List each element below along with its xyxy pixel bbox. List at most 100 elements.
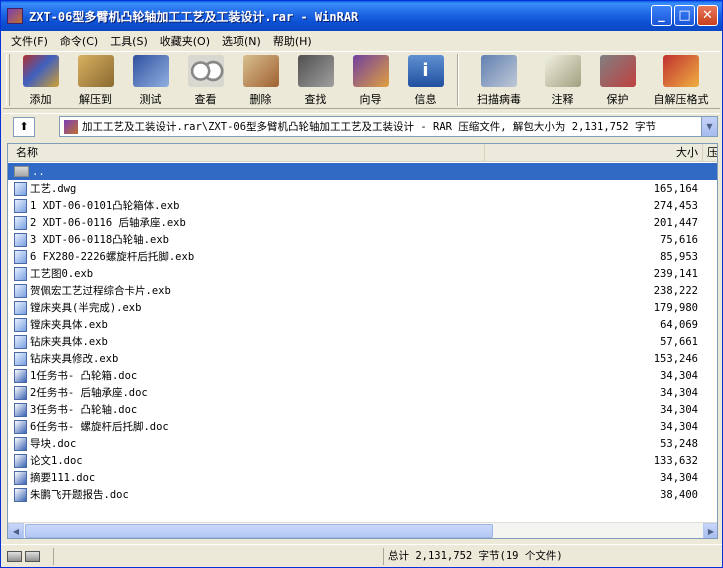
extract-to-label: 解压到 (79, 93, 112, 106)
word-document-icon (14, 402, 27, 417)
sfx-icon (663, 55, 699, 87)
file-row[interactable]: 6任务书- 螺旋杆后托脚.doc 34,304 (8, 418, 717, 435)
parent-folder-row[interactable]: .. (8, 163, 717, 180)
menu-favorites[interactable]: 收藏夹(O) (154, 33, 216, 49)
find-button[interactable]: 查找 (288, 52, 343, 108)
menu-help[interactable]: 帮助(H) (267, 33, 318, 49)
wizard-icon (352, 55, 389, 87)
menu-commands[interactable]: 命令(C) (54, 33, 104, 49)
file-row[interactable]: 工艺.dwg 165,164 (8, 180, 717, 197)
file-size: 274,453 (653, 199, 698, 212)
delete-label: 删除 (249, 93, 272, 106)
comment-button[interactable]: 注释 (535, 52, 590, 108)
wizard-button[interactable]: 向导 (343, 52, 398, 108)
menu-file[interactable]: 文件(F) (5, 33, 54, 49)
winrar-app-icon[interactable] (7, 8, 23, 24)
file-row[interactable]: 2任务书- 后轴承座.doc 34,304 (8, 384, 717, 401)
status-selection (53, 548, 383, 565)
file-row[interactable]: 3任务书- 凸轮轴.doc 34,304 (8, 401, 717, 418)
view-button[interactable]: 查看 (178, 52, 233, 108)
minimize-button[interactable]: _ (651, 5, 672, 26)
scroll-right-button[interactable]: ▶ (703, 523, 717, 538)
file-size: 75,616 (660, 233, 698, 246)
folder-icon (14, 166, 29, 177)
file-row[interactable]: 导块.doc 53,248 (8, 435, 717, 452)
info-button[interactable]: i 信息 (398, 52, 453, 108)
file-size: 201,447 (653, 216, 698, 229)
title-bar[interactable]: ZXT-06型多臂机凸轮轴加工工艺及工装设计.rar - WinRAR _ □ … (1, 1, 722, 31)
file-row[interactable]: 1任务书- 凸轮箱.doc 34,304 (8, 367, 717, 384)
protect-button[interactable]: 保护 (590, 52, 645, 108)
file-row[interactable]: 2 XDT-06-0116 后轴承座.exb 201,447 (8, 214, 717, 231)
virus-scan-icon (481, 55, 517, 87)
close-button[interactable]: ✕ (697, 5, 718, 26)
menu-options[interactable]: 选项(N) (216, 33, 267, 49)
sfx-button[interactable]: 自解压格式 (645, 52, 717, 108)
file-name: 摘要111.doc (30, 472, 96, 484)
key-icon[interactable] (25, 550, 40, 562)
window-title: ZXT-06型多臂机凸轮轴加工工艺及工装设计.rar - WinRAR (29, 9, 359, 24)
archive-icon (64, 119, 78, 134)
extract-to-button[interactable]: 解压到 (68, 52, 123, 108)
horizontal-scrollbar[interactable]: ◀ ▶ (8, 522, 717, 538)
file-row[interactable]: 镗床夹具(半完成).exb 179,980 (8, 299, 717, 316)
file-name: 6任务书- 螺旋杆后托脚.doc (30, 421, 169, 433)
file-row[interactable]: 6 FX280-2226螺旋杆后托脚.exb 85,953 (8, 248, 717, 265)
virus-scan-button[interactable]: 扫描病毒 (463, 52, 535, 108)
column-header-size[interactable]: 大小 (485, 144, 703, 161)
file-row[interactable]: 论文1.doc 133,632 (8, 452, 717, 469)
window-controls: _ □ ✕ (651, 5, 718, 26)
word-document-icon (14, 368, 27, 383)
drive-icon[interactable] (7, 550, 22, 562)
info-icon: i (407, 55, 444, 87)
file-name: 3任务书- 凸轮轴.doc (30, 404, 138, 416)
comment-label: 注释 (551, 93, 574, 106)
file-size: 133,632 (653, 454, 698, 467)
file-list[interactable]: 名称 大小 压 .. 工艺.dwg 165,164 1 XDT-06-0101凸轮箱体… (7, 143, 718, 539)
file-row[interactable]: 钻床夹具体.exb 57,661 (8, 333, 717, 350)
scroll-left-button[interactable]: ◀ (8, 523, 24, 538)
add-icon (22, 55, 59, 87)
toolbar-grip[interactable] (6, 54, 10, 106)
file-name: 镗床夹具(半完成).exb (30, 302, 142, 314)
file-row[interactable]: 贺佩宏工艺过程综合卡片.exb 238,222 (8, 282, 717, 299)
file-name: .. (32, 165, 45, 178)
protect-label: 保护 (606, 93, 629, 106)
file-row[interactable]: 工艺图0.exb 239,141 (8, 265, 717, 282)
file-name: 论文1.doc (30, 455, 83, 467)
delete-button[interactable]: 删除 (233, 52, 288, 108)
maximize-button[interactable]: □ (674, 5, 695, 26)
file-row[interactable]: 朱鹏飞开题报告.doc 38,400 (8, 486, 717, 503)
scroll-thumb[interactable] (25, 524, 493, 538)
column-header-packed[interactable]: 压 (703, 144, 717, 161)
file-name: 3 XDT-06-0118凸轮轴.exb (30, 234, 169, 246)
protect-icon (599, 55, 636, 87)
view-icon (187, 55, 224, 87)
file-row[interactable]: 3 XDT-06-0118凸轮轴.exb 75,616 (8, 231, 717, 248)
sfx-label: 自解压格式 (653, 93, 709, 106)
address-text: 加工工艺及工装设计.rar\ZXT-06型多臂机凸轮轴加工工艺及工装设计 - R… (82, 121, 656, 133)
file-row[interactable]: 摘要111.doc 34,304 (8, 469, 717, 486)
test-button[interactable]: 测试 (123, 52, 178, 108)
file-row[interactable]: 镗床夹具体.exb 64,069 (8, 316, 717, 333)
file-size: 34,304 (660, 471, 698, 484)
column-header-name[interactable]: 名称 (8, 144, 485, 161)
file-rows: .. 工艺.dwg 165,164 1 XDT-06-0101凸轮箱体.exb 274,… (8, 163, 717, 503)
toolbar-separator (457, 54, 459, 106)
file-name: 钻床夹具修改.exb (30, 353, 119, 365)
file-row[interactable]: 1 XDT-06-0101凸轮箱体.exb 274,453 (8, 197, 717, 214)
file-icon (14, 266, 27, 281)
file-icon (14, 215, 27, 230)
file-size: 38,400 (660, 488, 698, 501)
file-size: 179,980 (653, 301, 698, 314)
file-row[interactable]: 钻床夹具修改.exb 153,246 (8, 350, 717, 367)
up-folder-button[interactable]: ⬆ (13, 116, 35, 137)
comment-icon (544, 55, 581, 87)
address-dropdown-button[interactable]: ▼ (701, 117, 717, 136)
file-name: 朱鹏飞开题报告.doc (30, 489, 129, 501)
address-box[interactable]: 加工工艺及工装设计.rar\ZXT-06型多臂机凸轮轴加工工艺及工装设计 - R… (59, 116, 718, 137)
file-name: 1任务书- 凸轮箱.doc (30, 370, 138, 382)
add-button[interactable]: 添加 (13, 52, 68, 108)
menu-tools[interactable]: 工具(S) (104, 33, 154, 49)
up-arrow-icon: ⬆ (19, 120, 29, 133)
